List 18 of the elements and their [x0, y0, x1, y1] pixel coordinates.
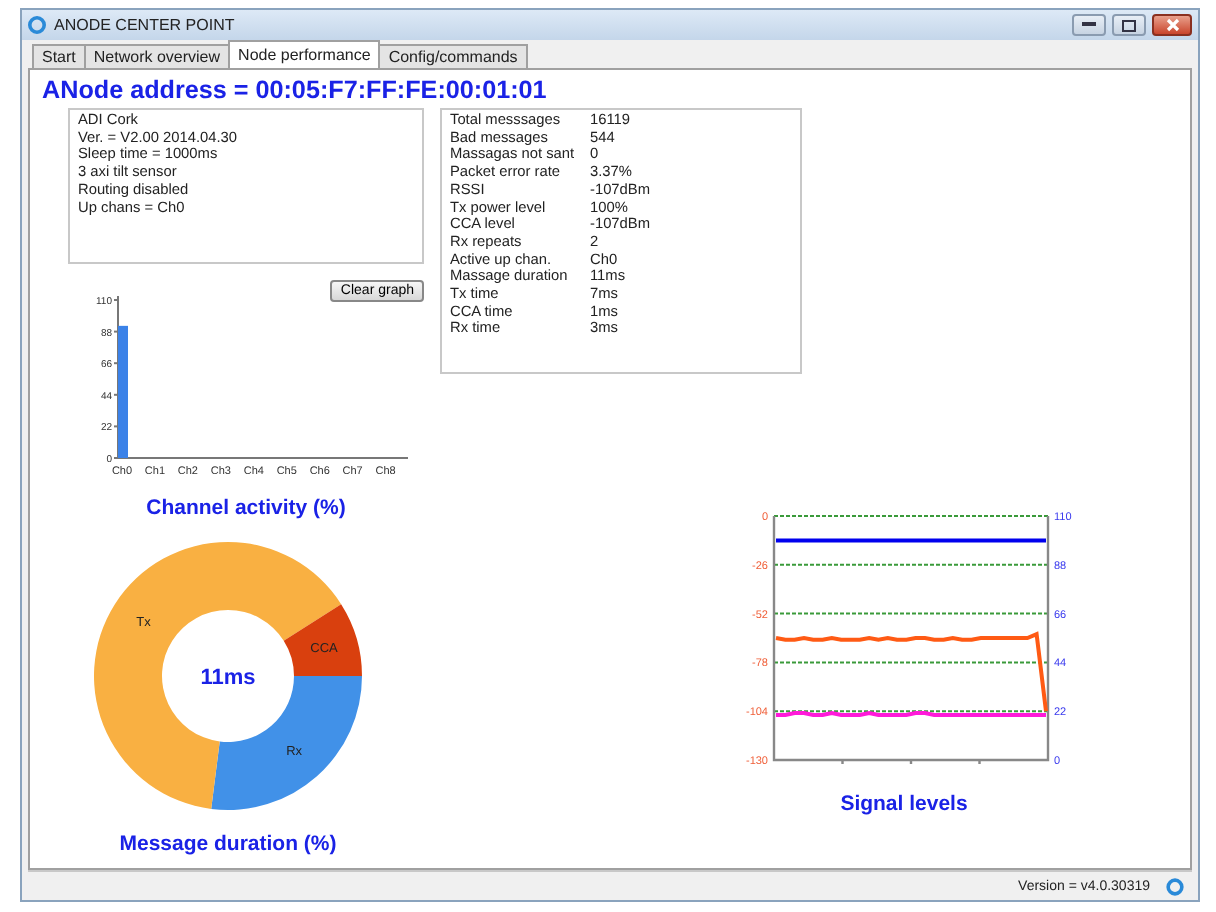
app-icon: [1166, 877, 1184, 895]
tab[interactable]: Config/commands: [378, 44, 528, 68]
minimize-button[interactable]: [1072, 14, 1106, 36]
chart-title: Channel activity (%): [144, 496, 348, 520]
maximize-icon: [1122, 19, 1136, 31]
center-label: 11ms: [200, 666, 256, 690]
app-icon: [28, 16, 46, 34]
close-button[interactable]: [1152, 14, 1192, 36]
close-icon: [1165, 18, 1179, 32]
chart-title: Signal levels: [838, 792, 970, 816]
tab[interactable]: Node performance: [228, 40, 381, 68]
tab[interactable]: Start: [32, 44, 86, 68]
address-heading: ANode address = 00:05:F7:FF:FE:00:01:01: [42, 76, 549, 108]
tab[interactable]: Network overview: [83, 44, 231, 68]
window-title: ANODE CENTER POINT: [54, 16, 237, 34]
chart-title: Message duration (%): [119, 832, 337, 856]
maximize-button[interactable]: [1112, 14, 1146, 36]
minimize-icon: [1082, 22, 1096, 28]
